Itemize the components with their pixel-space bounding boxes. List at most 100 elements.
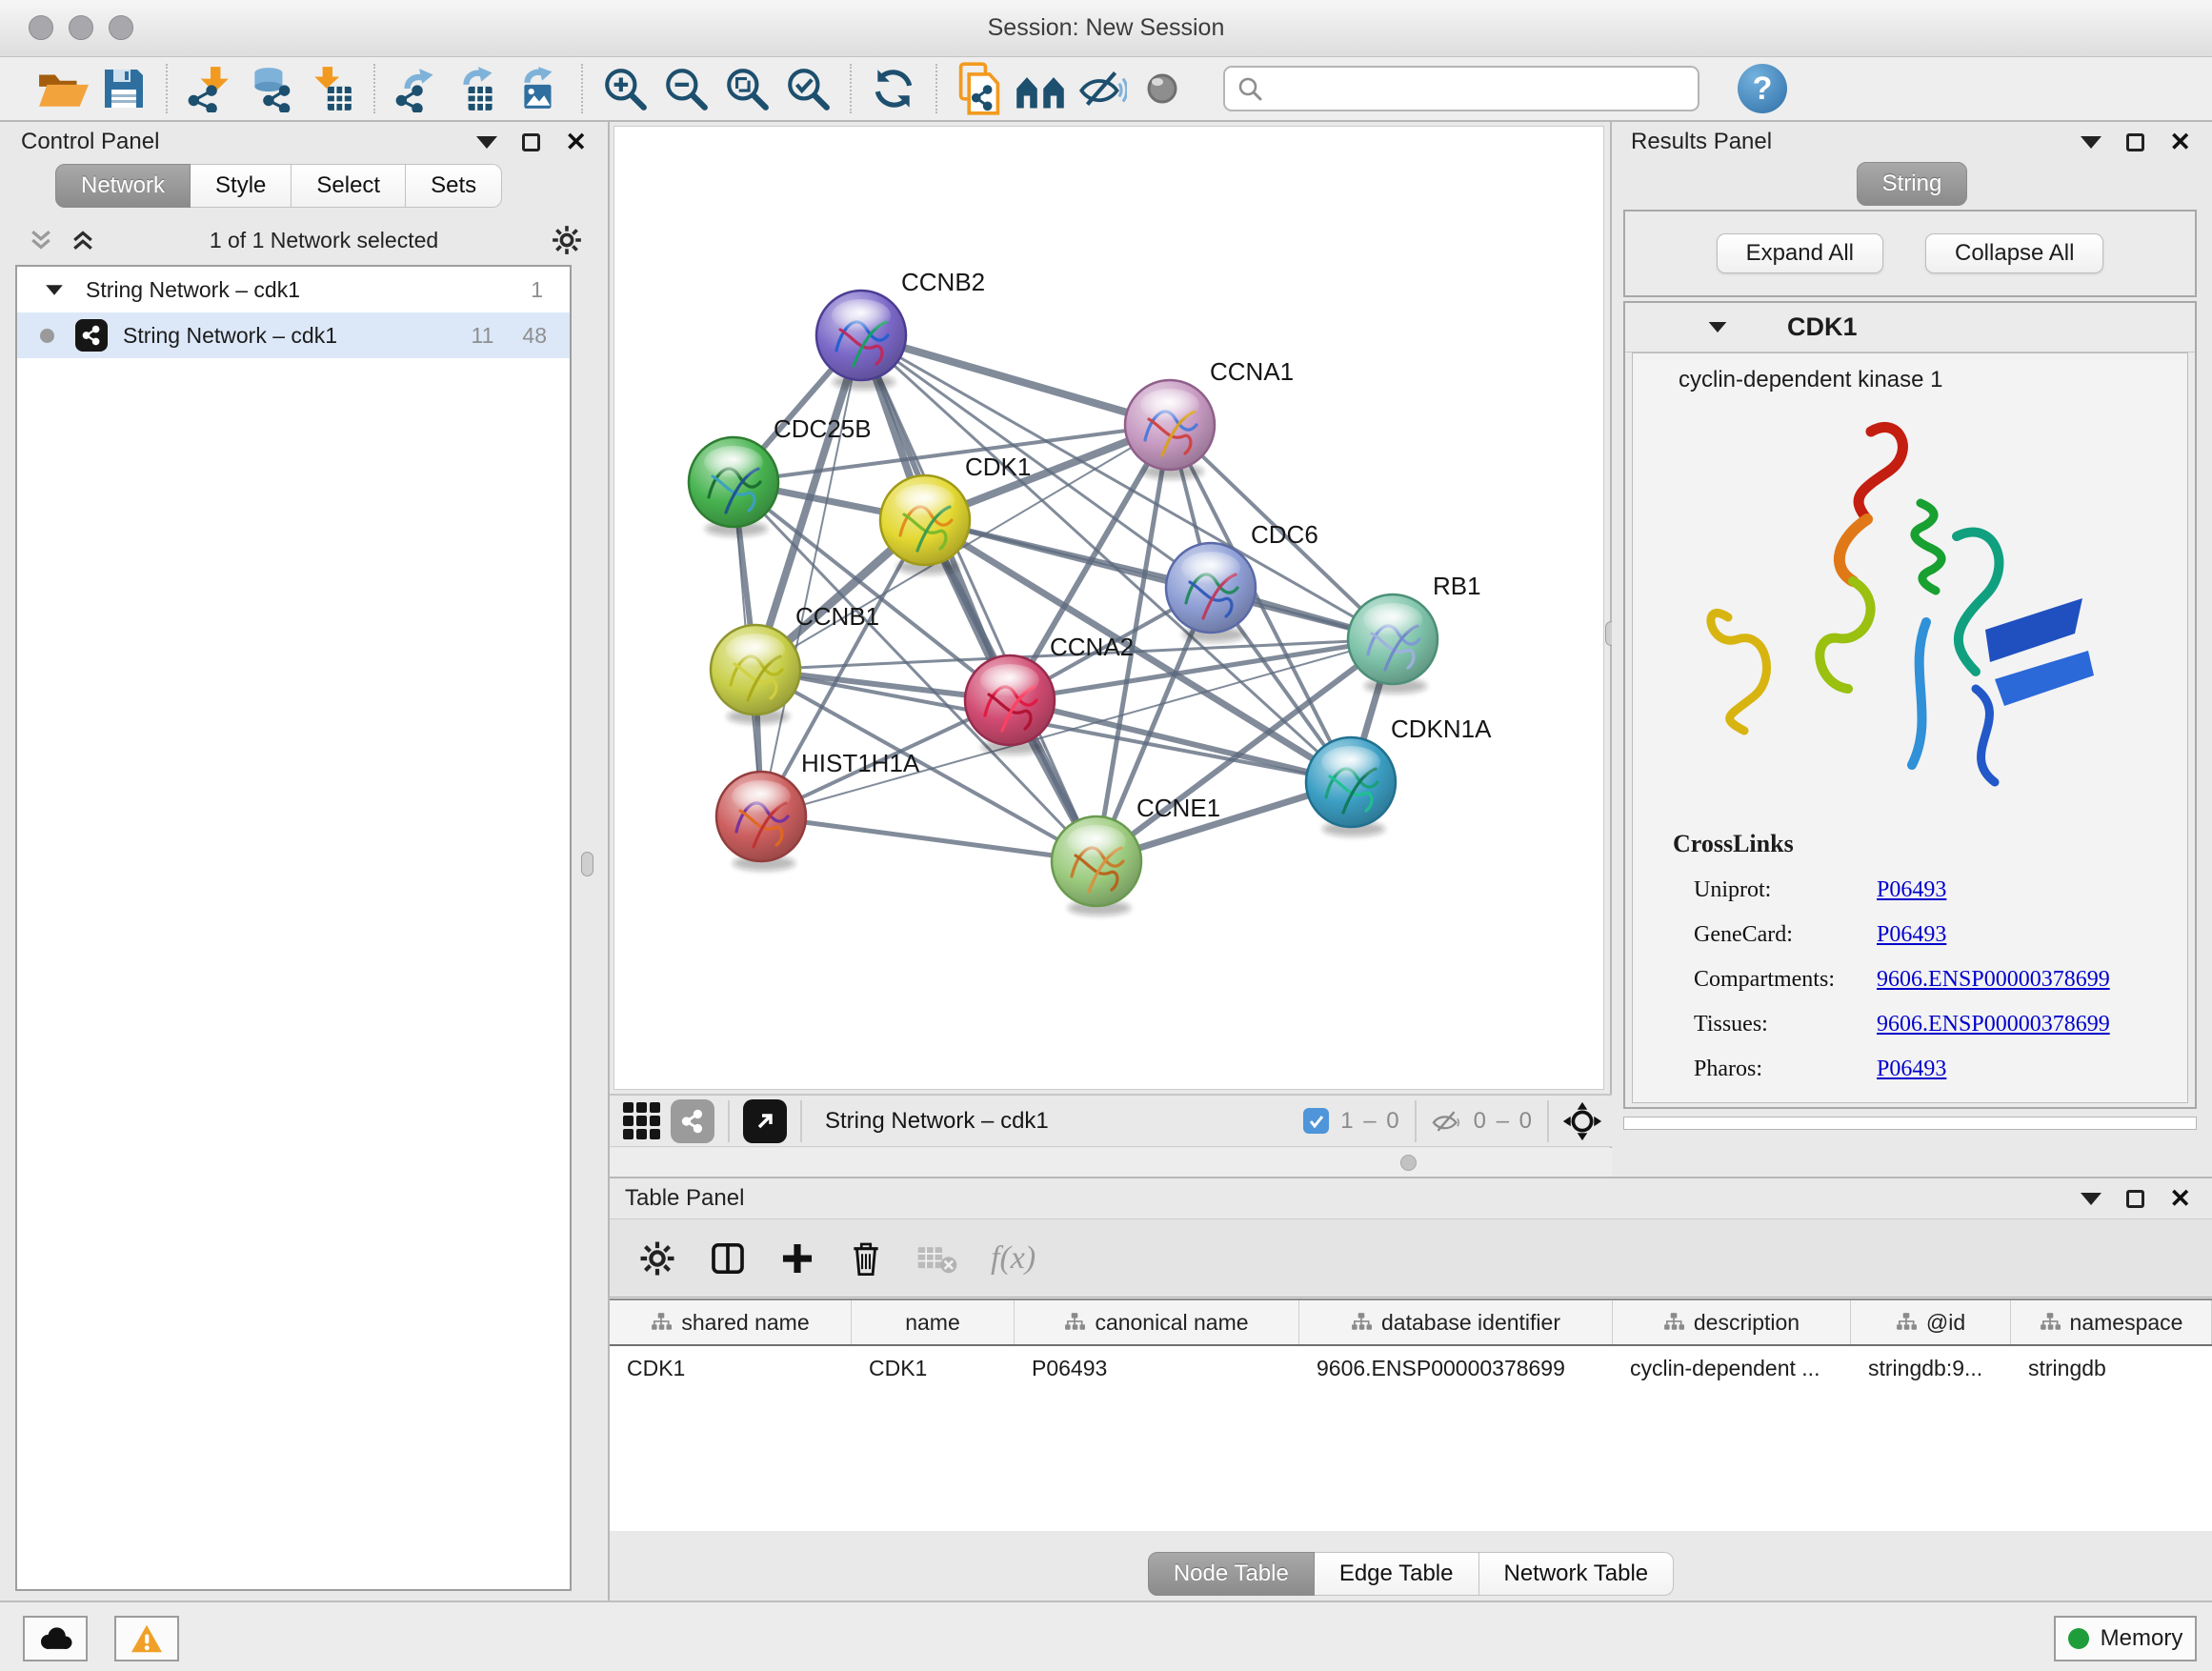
cell-namespace[interactable]: stringdb: [2011, 1356, 2212, 1381]
string-network-graph[interactable]: CCNB2CCNA1CDC25BCDK1CDC6RB1CCNB1CCNA2CDK…: [614, 127, 1605, 1091]
float-panel-icon[interactable]: [2126, 133, 2144, 151]
network-canvas[interactable]: CCNB2CCNA1CDC25BCDK1CDC6RB1CCNB1CCNA2CDK…: [613, 126, 1604, 1090]
tab-string[interactable]: String: [1857, 162, 1968, 206]
string-panel-button[interactable]: [671, 1099, 714, 1143]
cell-shared-name[interactable]: CDK1: [610, 1356, 852, 1381]
birds-eye-view-button[interactable]: [619, 1099, 663, 1143]
column-header-namespace[interactable]: namespace: [2011, 1300, 2212, 1344]
panel-menu-icon[interactable]: [2081, 136, 2101, 149]
edge-HIST1H1A-CCNE1[interactable]: [761, 816, 1096, 861]
search-input[interactable]: [1223, 66, 1699, 111]
import-table-button[interactable]: [301, 61, 362, 116]
cloud-button[interactable]: [23, 1616, 88, 1661]
collapse-all-chevron-icon[interactable]: [27, 226, 55, 254]
open-session-button[interactable]: [32, 61, 93, 116]
save-session-button[interactable]: [93, 61, 154, 116]
splitter-dot[interactable]: [1400, 1155, 1417, 1171]
edge-CCNB2-HIST1H1A[interactable]: [761, 335, 861, 816]
cell-canonical-name[interactable]: P06493: [1015, 1356, 1299, 1381]
panel-menu-icon[interactable]: [476, 136, 497, 149]
tab-style[interactable]: Style: [191, 164, 292, 208]
edge-CCNB2-CCNE1[interactable]: [861, 335, 1096, 861]
delete-column-icon[interactable]: [848, 1239, 884, 1278]
column-header-shared-name[interactable]: shared name: [610, 1300, 852, 1344]
column-type-icon: [1351, 1312, 1372, 1333]
clone-network-button[interactable]: [949, 61, 1010, 116]
collapse-section-icon[interactable]: [1709, 322, 1727, 332]
export-table-button[interactable]: [448, 61, 509, 116]
network-table-splitter[interactable]: [610, 1148, 1612, 1177]
crosslink-link[interactable]: 9606.ENSP00000378699: [1877, 967, 2110, 993]
import-network-button[interactable]: [179, 61, 240, 116]
tab-sets[interactable]: Sets: [406, 164, 502, 208]
node-CDKN1A[interactable]: CDKN1A: [1306, 715, 1492, 836]
network-options-gear-icon[interactable]: [551, 224, 583, 256]
panel-menu-icon[interactable]: [2081, 1193, 2101, 1205]
close-panel-icon[interactable]: ✕: [2169, 130, 2191, 155]
memory-button[interactable]: Memory: [2054, 1616, 2197, 1661]
close-panel-icon[interactable]: ✕: [2169, 1186, 2191, 1212]
add-column-icon[interactable]: [779, 1240, 815, 1277]
column-header-@id[interactable]: @id: [1851, 1300, 2011, 1344]
import-database-button[interactable]: [240, 61, 301, 116]
results-panel: Results Panel ✕ String Expand All Collap…: [1612, 122, 2212, 1177]
node-CDK1[interactable]: CDK1: [880, 453, 1031, 574]
node-label-CDKN1A: CDKN1A: [1391, 715, 1492, 743]
node-CCNB1[interactable]: CCNB1: [711, 602, 879, 724]
cell-name[interactable]: CDK1: [852, 1356, 1015, 1381]
cell-database-identifier[interactable]: 9606.ENSP00000378699: [1299, 1356, 1613, 1381]
crosslink-link[interactable]: P06493: [1877, 877, 1946, 903]
first-neighbors-button[interactable]: [1010, 61, 1071, 116]
cell-@id[interactable]: stringdb:9...: [1851, 1356, 2011, 1381]
float-panel-icon[interactable]: [2126, 1190, 2144, 1208]
tab-edge-table[interactable]: Edge Table: [1315, 1552, 1479, 1596]
zoom-selected-button[interactable]: [777, 61, 838, 116]
warnings-button[interactable]: [114, 1616, 179, 1661]
protein-header[interactable]: CDK1: [1625, 303, 2195, 352]
expand-all-button[interactable]: Expand All: [1717, 233, 1883, 273]
close-panel-icon[interactable]: ✕: [565, 130, 587, 155]
network-row[interactable]: String Network – cdk1 11 48: [17, 312, 570, 358]
float-panel-icon[interactable]: [522, 133, 540, 151]
column-header-name[interactable]: name: [852, 1300, 1015, 1344]
network-collection-row[interactable]: String Network – cdk1 1: [17, 267, 570, 312]
export-image-button[interactable]: [509, 61, 570, 116]
help-button[interactable]: ?: [1738, 64, 1787, 113]
left-splitter-handle[interactable]: [581, 852, 593, 876]
refresh-layout-button[interactable]: [863, 61, 924, 116]
crosslink-link[interactable]: 9606.ENSP00000378699: [1877, 1012, 2110, 1037]
hide-selected-button[interactable]: [1071, 61, 1132, 116]
table-tabs: Node TableEdge TableNetwork Table: [1148, 1552, 1674, 1596]
export-network-button[interactable]: [387, 61, 448, 116]
tab-network-table[interactable]: Network Table: [1479, 1552, 1675, 1596]
node-CCNE1[interactable]: CCNE1: [1052, 794, 1220, 916]
zoom-fit-button[interactable]: [716, 61, 777, 116]
column-header-database-identifier[interactable]: database identifier: [1299, 1300, 1613, 1344]
share-icon: [680, 1109, 705, 1134]
zoom-in-button[interactable]: [594, 61, 655, 116]
table-header-row: shared namenamecanonical namedatabase id…: [610, 1300, 2212, 1346]
expand-all-chevron-icon[interactable]: [69, 226, 97, 254]
node-RB1[interactable]: RB1: [1348, 572, 1481, 694]
table-row[interactable]: CDK1CDK1P064939606.ENSP00000378699cyclin…: [610, 1346, 2212, 1390]
column-header-canonical-name[interactable]: canonical name: [1015, 1300, 1299, 1344]
collapse-all-button[interactable]: Collapse All: [1925, 233, 2103, 273]
tab-network[interactable]: Network: [55, 164, 191, 208]
zoom-out-button[interactable]: [655, 61, 716, 116]
column-header-description[interactable]: description: [1613, 1300, 1851, 1344]
tab-select[interactable]: Select: [292, 164, 406, 208]
node-HIST1H1A[interactable]: HIST1H1A: [716, 749, 920, 871]
open-in-new-window-button[interactable]: [743, 1099, 787, 1143]
collection-expand-icon[interactable]: [46, 285, 63, 294]
node-CDC6[interactable]: CDC6: [1166, 520, 1318, 642]
cell-description[interactable]: cyclin-dependent ...: [1613, 1356, 1851, 1381]
show-all-button[interactable]: [1132, 61, 1193, 116]
reset-zoom-crosshair-icon[interactable]: [1562, 1101, 1602, 1141]
crosslink-link[interactable]: P06493: [1877, 1057, 1946, 1082]
selected-checkbox-icon[interactable]: [1303, 1108, 1329, 1134]
show-columns-icon[interactable]: [709, 1239, 747, 1278]
tab-node-table[interactable]: Node Table: [1148, 1552, 1315, 1596]
table-options-gear-icon[interactable]: [638, 1239, 676, 1278]
edge-CCNB2-CCNA1[interactable]: [861, 335, 1170, 425]
crosslink-link[interactable]: P06493: [1877, 922, 1946, 948]
